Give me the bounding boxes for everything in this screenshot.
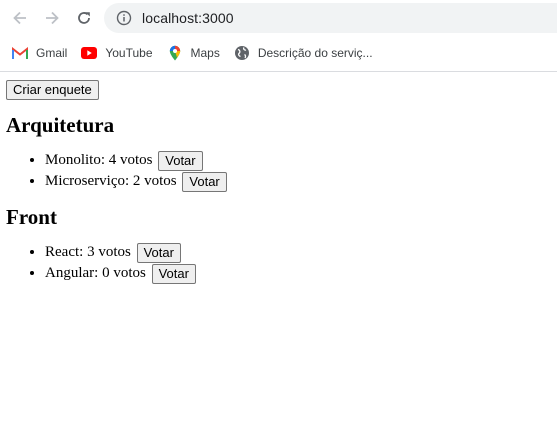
bookmark-gmail[interactable]: Gmail <box>12 45 67 61</box>
option-text: Monolito: 4 votos <box>45 152 153 168</box>
arrow-left-icon <box>13 11 26 25</box>
poll-section: Front React: 3 votos Votar Angular: 0 vo… <box>6 205 551 284</box>
page-content: Criar enquete Arquitetura Monolito: 4 vo… <box>0 72 557 292</box>
poll-option: Angular: 0 votos Votar <box>45 263 551 284</box>
address-bar[interactable]: localhost:3000 <box>104 3 557 33</box>
option-text: Angular: 0 votos <box>45 265 146 281</box>
poll-options-list: React: 3 votos Votar Angular: 0 votos Vo… <box>6 242 551 284</box>
bookmark-label: YouTube <box>105 46 153 60</box>
poll-option: Monolito: 4 votos Votar <box>45 150 551 171</box>
poll-option: Microserviço: 2 votos Votar <box>45 171 551 192</box>
poll-options-list: Monolito: 4 votos Votar Microserviço: 2 … <box>6 150 551 192</box>
poll-section: Arquitetura Monolito: 4 votos Votar Micr… <box>6 113 551 192</box>
option-text: Microserviço: 2 votos <box>45 173 177 189</box>
option-text: React: 3 votos <box>45 244 131 260</box>
poll-title: Front <box>6 205 57 229</box>
vote-button[interactable]: Votar <box>182 171 227 192</box>
bookmark-label: Gmail <box>36 46 68 60</box>
back-button[interactable] <box>8 6 32 30</box>
youtube-icon <box>81 45 98 61</box>
maps-icon <box>167 45 183 61</box>
browser-chrome: localhost:3000 Gmail YouTube Maps Descri… <box>0 0 557 72</box>
poll-title: Arquitetura <box>6 113 115 137</box>
browser-toolbar: localhost:3000 <box>0 0 557 36</box>
forward-button[interactable] <box>40 6 64 30</box>
url-text: localhost:3000 <box>142 10 234 26</box>
vote-button[interactable]: Votar <box>151 263 196 284</box>
bookmark-label: Descrição do serviç... <box>257 46 373 60</box>
create-poll-button[interactable]: Criar enquete <box>6 80 99 100</box>
arrow-right-icon <box>46 11 59 25</box>
reload-button[interactable] <box>72 6 96 30</box>
bookmark-maps[interactable]: Maps <box>167 45 220 61</box>
vote-button[interactable]: Votar <box>136 242 181 263</box>
reload-icon <box>78 12 90 24</box>
globe-icon <box>234 45 250 61</box>
gmail-icon <box>12 45 28 61</box>
bookmarks-bar: Gmail YouTube Maps Descrição do serviç..… <box>0 40 387 66</box>
vote-button[interactable]: Votar <box>158 150 203 171</box>
site-info-icon[interactable] <box>116 10 132 26</box>
bookmark-descricao[interactable]: Descrição do serviç... <box>234 45 373 61</box>
bookmark-label: Maps <box>190 46 220 60</box>
poll-option: React: 3 votos Votar <box>45 242 551 263</box>
bookmark-youtube[interactable]: YouTube <box>81 45 153 61</box>
